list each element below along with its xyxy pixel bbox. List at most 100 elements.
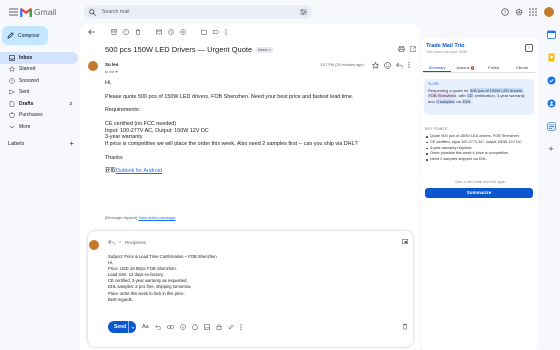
sidebar-item-starred[interactable]: Starred [0,64,78,76]
purchases-icon [9,112,15,118]
sidebar-item-more[interactable]: More [0,121,78,133]
summarize-button[interactable]: Summarize [425,188,533,198]
recipients-field[interactable]: Recipients [125,240,146,245]
more-vert-icon[interactable] [225,29,227,35]
back-arrow-icon[interactable] [88,29,95,35]
snooze-icon[interactable] [168,29,174,35]
more-vert-icon[interactable] [240,324,242,330]
mark-unread-icon[interactable] [156,29,162,35]
archive-icon[interactable] [111,29,117,35]
calendar-icon[interactable] [546,30,556,39]
sender-avatar[interactable] [88,61,98,71]
send-button[interactable]: Send [108,321,136,333]
formatting-icon[interactable]: Aa [142,324,149,330]
panel-title: Trade Mail Trio [426,43,465,49]
clipped-notice: [Message clipped] View entire message [105,215,175,220]
open-new-window-icon[interactable] [410,46,416,52]
app-name: Gmail [34,7,57,17]
body-line: Thanks [105,154,123,161]
key-points: KEY POINTS Quote 500 pcs of 150W LED dri… [425,127,535,163]
apps-grid-icon[interactable] [529,8,537,16]
body-line: Please quote 500 pcs of 150W LED drivers… [105,93,354,100]
view-entire-message-link[interactable]: View entire message [138,215,175,220]
keep-icon[interactable] [547,53,556,62]
sidebar-item-purchases[interactable]: Purchases [0,110,78,122]
reply-type-icon[interactable] [108,239,115,245]
sidebar-item-drafts[interactable]: Drafts 2 [0,98,78,110]
sidebar-item-snoozed[interactable]: Snoozed [0,75,78,87]
sidebar-item-label: Snoozed [19,77,39,84]
print-icon[interactable] [398,46,405,52]
delete-icon[interactable] [135,29,141,35]
insert-photo-icon[interactable] [203,324,210,330]
send-options-icon[interactable] [128,321,136,333]
key-points-heading: KEY POINTS [425,127,448,131]
reply-icon[interactable] [396,62,403,69]
sender-name[interactable]: Su leo [105,62,119,67]
reply-avatar [89,240,99,250]
folder-chip[interactable]: Inbox × [256,46,273,53]
pop-out-icon[interactable] [402,239,408,244]
chevron-down-icon[interactable] [118,240,122,244]
menu-icon[interactable] [8,6,19,17]
settings-icon[interactable] [515,8,523,16]
more-vert-icon[interactable] [408,62,410,69]
gmail-logo[interactable]: Gmail [20,6,56,18]
undo-icon[interactable] [154,324,161,330]
account-avatar[interactable] [543,6,555,18]
message-actions [372,62,410,69]
trade-mail-addon-icon[interactable] [546,122,556,131]
insert-link-icon[interactable] [166,325,174,329]
sidebar-item-label: Drafts [19,100,34,107]
search-bar[interactable]: Search mail [84,5,312,19]
sidebar-item-count: 2 [69,101,72,107]
tab-clients[interactable]: Clients [508,63,536,72]
outlook-link[interactable]: Outlook for Android [116,168,162,174]
gmail-envelope-icon [20,7,32,17]
actions-count-badge: 3 [470,66,475,70]
collapse-panel-icon[interactable]: › [525,44,533,52]
move-to-icon[interactable] [201,29,207,35]
email-body: Hi, Please quote 500 pcs of 150W LED dri… [105,80,405,175]
message-toolbar [88,27,227,37]
reply-line: Best regards, [108,296,133,302]
tab-label: Polish [488,65,500,70]
add-task-icon[interactable] [180,29,186,35]
compose-button[interactable]: Compose [2,26,48,45]
discard-draft-icon[interactable] [402,323,408,330]
emoji-react-icon[interactable] [384,62,391,69]
search-icon[interactable] [89,8,96,16]
send-label: Send [114,324,127,330]
reply-header[interactable]: Recipients [108,239,146,245]
lock-icon[interactable] [216,324,222,330]
recipient-line[interactable]: to me ▾ [105,69,117,74]
clock-icon [9,78,15,84]
panel-subtitle: Turn inbox into your CRM [426,50,467,54]
add-addon-icon[interactable]: + [547,145,556,154]
search-options-icon[interactable] [299,8,307,16]
tldr-part: . [471,98,473,104]
signature-pen-icon[interactable] [228,324,234,330]
add-label-icon[interactable]: + [69,140,74,148]
report-spam-icon[interactable] [123,29,129,35]
star-icon[interactable] [372,62,379,69]
help-icon[interactable]: ? [501,8,509,16]
tab-actions[interactable]: Actions 3 [451,63,479,72]
reply-body[interactable]: Subject: Price & Lead Time Confirmation … [108,254,398,303]
drive-icon[interactable] [191,324,198,330]
tab-summary[interactable]: Summary [423,63,452,72]
tldr-card: TL;DR Requesting a quote for 500 pcs of … [424,79,534,115]
sidebar-item-label: Purchases [19,112,43,119]
emoji-icon[interactable] [179,324,186,330]
sidebar-item-inbox[interactable]: Inbox [0,52,78,64]
compose-label: Compose [18,32,40,39]
contacts-icon[interactable] [547,99,556,108]
tasks-icon[interactable] [547,76,556,85]
tldr-heading: TL;DR [428,82,439,86]
tab-polish[interactable]: Polish [480,63,508,72]
search-input[interactable]: Search mail [102,9,299,15]
subject-text: 500 pcs 150W LED Drivers — Urgent Quote [105,45,253,54]
reply-composer: Recipients Subject: Price & Lead Time Co… [88,231,413,347]
sidebar-item-sent[interactable]: Sent [0,87,78,99]
label-icon[interactable] [213,29,219,35]
